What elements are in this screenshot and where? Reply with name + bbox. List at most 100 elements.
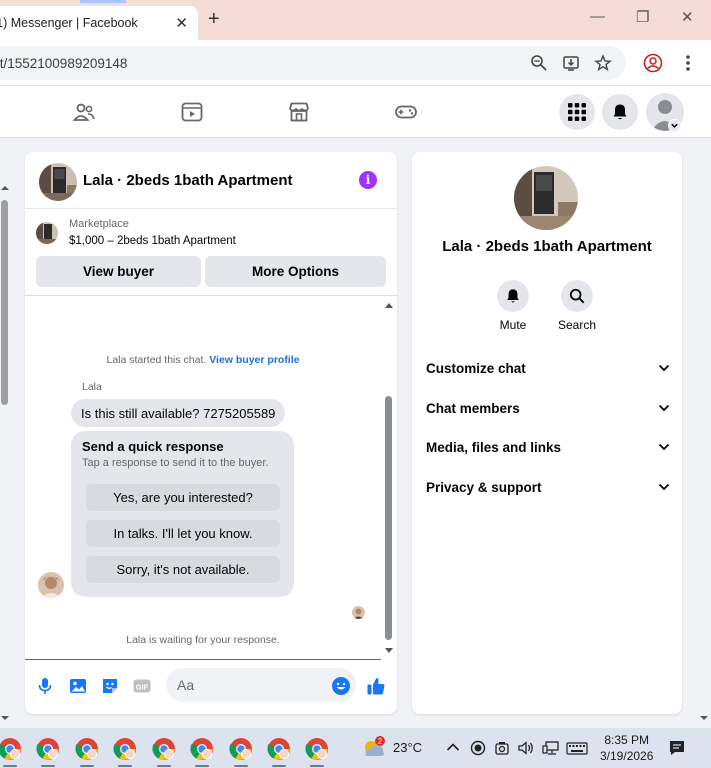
running-indicator xyxy=(3,765,17,767)
search-action[interactable]: Search xyxy=(547,280,607,332)
profile-icon[interactable] xyxy=(643,53,663,73)
seen-receipt-avatar xyxy=(352,606,365,619)
notification-center-icon[interactable] xyxy=(668,739,686,757)
friends-icon[interactable] xyxy=(72,100,96,124)
scroll-up-arrow-icon[interactable] xyxy=(1,184,9,192)
chat-scroll-thumb[interactable] xyxy=(385,396,392,640)
microphone-icon[interactable] xyxy=(35,676,55,696)
quick-response-not-available[interactable]: Sorry, it's not available. xyxy=(86,556,280,583)
profile-name: Lala · 2beds 1bath Apartment xyxy=(442,238,652,255)
bookmark-star-icon[interactable] xyxy=(594,54,612,72)
chat-scroll-down-icon[interactable] xyxy=(385,647,393,654)
restore-icon[interactable]: ❐ xyxy=(636,8,649,26)
chrome-taskbar-icon[interactable] xyxy=(36,737,60,761)
address-bar-row: /t/1552100989209148 xyxy=(0,40,711,86)
marketplace-listing-row[interactable]: Marketplace $1,000 – 2beds 1bath Apartme… xyxy=(25,210,397,256)
chrome-taskbar-icon[interactable] xyxy=(190,737,214,761)
chat-scrollbar[interactable] xyxy=(383,300,395,656)
running-indicator xyxy=(310,765,324,767)
chrome-taskbar-icon[interactable] xyxy=(267,737,291,761)
chevron-down-icon xyxy=(658,483,670,491)
menu-privacy-support[interactable]: Privacy & support xyxy=(426,472,670,502)
more-options-button[interactable]: More Options xyxy=(205,256,386,287)
more-menu-icon[interactable] xyxy=(684,53,692,73)
chrome-taskbar-icon[interactable] xyxy=(152,737,176,761)
install-app-icon[interactable] xyxy=(562,54,580,72)
chat-info-icon[interactable]: i xyxy=(359,171,377,189)
emoji-icon[interactable] xyxy=(331,676,351,696)
temperature[interactable]: 23°C xyxy=(393,740,422,755)
message-composer: GIF Aa xyxy=(25,664,397,710)
mute-action[interactable]: Mute xyxy=(483,280,543,332)
message-bubble[interactable]: Is this still available? 7275205589 xyxy=(71,399,286,427)
omnibox[interactable]: /t/1552100989209148 xyxy=(0,46,626,80)
video-icon[interactable] xyxy=(180,100,204,124)
page-scroll-down-icon[interactable] xyxy=(700,714,708,722)
chrome-taskbar-icon[interactable] xyxy=(75,737,99,761)
facebook-top-nav xyxy=(0,86,711,138)
left-panel-scrollbar[interactable] xyxy=(0,138,10,728)
quick-response-box: Send a quick response Tap a response to … xyxy=(71,431,294,597)
search-button[interactable] xyxy=(561,280,593,312)
header-divider xyxy=(25,295,397,296)
page-scrollbar[interactable] xyxy=(697,138,711,728)
thumbs-up-icon[interactable] xyxy=(366,676,386,696)
seen-photo-icon xyxy=(352,606,365,619)
chrome-taskbar-icon[interactable] xyxy=(305,737,329,761)
menu-chat-members[interactable]: Chat members xyxy=(426,393,670,423)
volume-icon[interactable] xyxy=(517,740,535,756)
account-chevron-icon[interactable] xyxy=(668,119,681,132)
chat-window: Lala · 2beds 1bath Apartment i Marketpla… xyxy=(25,152,397,714)
tab-close-icon[interactable]: ✕ xyxy=(175,14,188,32)
apartment-photo-icon xyxy=(39,163,77,201)
notifications-button[interactable] xyxy=(602,94,638,130)
mute-button[interactable] xyxy=(497,280,529,312)
menu-grid-button[interactable] xyxy=(559,94,595,130)
camera-tray-icon[interactable] xyxy=(494,740,510,756)
sender-avatar[interactable] xyxy=(38,572,64,598)
left-scroll-thumb[interactable] xyxy=(1,200,8,405)
sender-name: Lala xyxy=(82,381,102,393)
listing-thumbnail xyxy=(36,222,58,244)
close-window-icon[interactable]: ✕ xyxy=(681,8,694,26)
view-buyer-profile-link[interactable]: View buyer profile xyxy=(209,354,299,366)
quick-response-in-talks[interactable]: In talks. I'll let you know. xyxy=(86,520,280,547)
gaming-icon[interactable] xyxy=(394,100,418,124)
search-label: Search xyxy=(557,318,597,332)
running-indicator xyxy=(41,765,55,767)
quick-response-yes[interactable]: Yes, are you interested? xyxy=(86,484,280,511)
grid-icon xyxy=(568,103,586,121)
url-text: /t/1552100989209148 xyxy=(0,55,128,71)
chat-header: Lala · 2beds 1bath Apartment i xyxy=(25,152,397,209)
view-buyer-button[interactable]: View buyer xyxy=(36,256,201,287)
chrome-taskbar-icon[interactable] xyxy=(0,737,22,761)
profile-avatar[interactable] xyxy=(514,166,578,230)
zoom-icon[interactable] xyxy=(530,54,548,72)
sticker-icon[interactable] xyxy=(100,676,120,696)
quick-response-title: Send a quick response xyxy=(82,439,224,454)
network-icon[interactable] xyxy=(542,740,560,756)
gif-icon[interactable]: GIF xyxy=(132,676,152,696)
keyboard-icon[interactable] xyxy=(566,740,588,756)
menu-media-files-links[interactable]: Media, files and links xyxy=(426,432,670,462)
message-input[interactable]: Aa xyxy=(166,668,356,702)
clock-time: 8:35 PM xyxy=(604,733,650,747)
chat-scroll-up-icon[interactable] xyxy=(385,302,393,309)
system-clock[interactable]: 8:35 PM 3/19/2026 xyxy=(600,732,653,764)
new-tab-icon[interactable]: + xyxy=(208,8,220,31)
photo-icon[interactable] xyxy=(68,676,88,696)
tray-expand-icon[interactable] xyxy=(446,742,460,752)
listing-avatar[interactable] xyxy=(39,163,77,201)
marketplace-icon[interactable] xyxy=(287,100,311,124)
weather-icon[interactable]: 2 xyxy=(360,735,388,761)
marketplace-label: Marketplace xyxy=(69,218,129,230)
browser-tab[interactable]: (1) Messenger | Facebook ✕ xyxy=(0,6,198,40)
minimize-icon[interactable]: — xyxy=(590,8,605,25)
scroll-down-arrow-icon[interactable] xyxy=(1,714,9,722)
menu-customize-chat[interactable]: Customize chat xyxy=(426,353,670,383)
chrome-taskbar-icon[interactable] xyxy=(229,737,253,761)
chrome-taskbar-icon[interactable] xyxy=(113,737,137,761)
record-icon[interactable] xyxy=(470,740,486,756)
chat-title[interactable]: Lala · 2beds 1bath Apartment xyxy=(83,172,293,189)
running-indicator xyxy=(234,765,248,767)
